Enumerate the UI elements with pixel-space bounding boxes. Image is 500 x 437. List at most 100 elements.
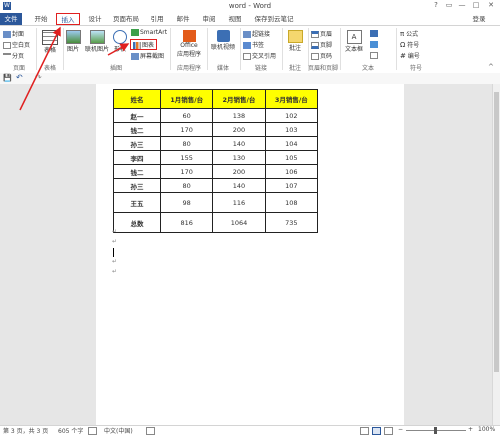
collapse-ribbon-icon[interactable]: ^ bbox=[488, 63, 494, 71]
cell-m3[interactable]: 105 bbox=[264, 150, 319, 165]
textbox-button[interactable]: A 文本框 bbox=[343, 30, 365, 53]
cell-m3[interactable]: 735 bbox=[264, 212, 319, 233]
zoom-slider-thumb[interactable] bbox=[434, 427, 437, 434]
cell-m1[interactable]: 80 bbox=[159, 178, 214, 193]
cell-m2[interactable]: 200 bbox=[212, 122, 266, 137]
cell-m2[interactable]: 130 bbox=[212, 150, 266, 165]
shapes-button[interactable]: 形状 bbox=[112, 30, 128, 53]
cell-m2[interactable]: 116 bbox=[212, 192, 266, 213]
page-number-button[interactable]: 页码 bbox=[311, 51, 332, 60]
cell-m3[interactable]: 107 bbox=[264, 178, 319, 193]
table-row: 钱二 170 200 106 bbox=[113, 164, 319, 179]
blank-page-button[interactable]: 空白页 bbox=[3, 40, 30, 49]
tab-home[interactable]: 开始 bbox=[30, 13, 52, 25]
proofing-icon[interactable] bbox=[88, 427, 97, 435]
web-layout-icon[interactable] bbox=[384, 427, 393, 435]
tab-references[interactable]: 引用 bbox=[146, 13, 168, 25]
tab-page-layout[interactable]: 页面布局 bbox=[110, 13, 142, 25]
header-month3[interactable]: 3月销售/台 bbox=[264, 89, 319, 109]
quick-parts-icon[interactable] bbox=[370, 30, 379, 37]
scrollbar-thumb[interactable] bbox=[494, 92, 499, 372]
header-month1[interactable]: 1月销售/台 bbox=[159, 89, 214, 109]
close-button[interactable]: ✕ bbox=[485, 1, 497, 9]
cell-name[interactable]: 总数 bbox=[113, 212, 161, 233]
language[interactable]: 中文(中国) bbox=[104, 426, 133, 435]
wordart-icon[interactable] bbox=[370, 41, 379, 48]
cell-m1[interactable]: 816 bbox=[159, 212, 214, 233]
header-month2[interactable]: 2月销售/台 bbox=[212, 89, 266, 109]
cell-m2[interactable]: 1064 bbox=[212, 212, 266, 233]
online-video-button[interactable]: 联机视频 bbox=[210, 30, 236, 51]
vertical-scrollbar[interactable] bbox=[492, 84, 500, 425]
cell-name[interactable]: 孙三 bbox=[113, 178, 161, 193]
cell-name[interactable]: 李四 bbox=[113, 150, 161, 165]
cell-m3[interactable]: 106 bbox=[264, 164, 319, 179]
smartart-button[interactable]: SmartArt bbox=[131, 29, 167, 36]
ribbon-display-button[interactable]: ▭ bbox=[443, 1, 455, 9]
cell-name[interactable]: 钱二 bbox=[113, 122, 161, 137]
undo-icon[interactable]: ↶ bbox=[16, 73, 23, 82]
cell-m1[interactable]: 80 bbox=[159, 136, 214, 151]
cell-m1[interactable]: 170 bbox=[159, 122, 214, 137]
tab-insert[interactable]: 插入 bbox=[56, 13, 80, 25]
cell-m2[interactable]: 140 bbox=[212, 136, 266, 151]
sales-table[interactable]: 姓名 1月销售/台 2月销售/台 3月销售/台 赵一 60 138 102 钱二 170… bbox=[113, 89, 319, 233]
tab-view[interactable]: 视图 bbox=[224, 13, 246, 25]
tab-design[interactable]: 设计 bbox=[84, 13, 106, 25]
maximize-button[interactable]: □ bbox=[470, 1, 482, 9]
macro-icon[interactable] bbox=[146, 427, 155, 435]
page-break-button[interactable]: 分页 bbox=[3, 51, 24, 60]
chart-button[interactable]: 图表 bbox=[130, 39, 158, 50]
cell-m2[interactable]: 138 bbox=[212, 108, 266, 123]
screenshot-button[interactable]: 屏幕截图 bbox=[131, 51, 164, 60]
page-count[interactable]: 第 3 页，共 3 页 bbox=[3, 426, 48, 435]
save-icon[interactable]: 💾 bbox=[3, 74, 12, 82]
cell-m1[interactable]: 155 bbox=[159, 150, 214, 165]
header-name[interactable]: 姓名 bbox=[113, 89, 161, 109]
hyperlink-button[interactable]: 超链接 bbox=[243, 29, 270, 38]
tab-mailings[interactable]: 邮件 bbox=[172, 13, 194, 25]
office-apps-button[interactable]: Office 应用程序 bbox=[174, 30, 204, 58]
cell-m3[interactable]: 108 bbox=[264, 192, 319, 213]
account-login[interactable]: 登录 bbox=[468, 13, 490, 25]
minimize-button[interactable]: — bbox=[456, 1, 468, 9]
cell-m2[interactable]: 140 bbox=[212, 178, 266, 193]
cell-m3[interactable]: 102 bbox=[264, 108, 319, 123]
cell-m1[interactable]: 60 bbox=[159, 108, 214, 123]
equation-button[interactable]: π 公式 bbox=[400, 29, 418, 38]
tab-file[interactable]: 文件 bbox=[0, 13, 22, 25]
cell-m3[interactable]: 103 bbox=[264, 122, 319, 137]
cross-reference-button[interactable]: 交叉引用 bbox=[243, 51, 276, 60]
bookmark-button[interactable]: 书签 bbox=[243, 40, 264, 49]
redo-icon[interactable]: ↷ bbox=[35, 73, 42, 82]
tab-save-to-cloud[interactable]: 保存到云笔记 bbox=[250, 13, 298, 25]
cover-page-button[interactable]: 封面 bbox=[3, 29, 24, 38]
cell-name[interactable]: 钱二 bbox=[113, 164, 161, 179]
number-button[interactable]: # 编号 bbox=[400, 51, 420, 60]
read-mode-icon[interactable] bbox=[360, 427, 369, 435]
cell-name[interactable]: 赵一 bbox=[113, 108, 161, 123]
zoom-in-button[interactable]: + bbox=[468, 426, 473, 433]
cell-m1[interactable]: 98 bbox=[159, 192, 214, 213]
online-picture-button[interactable]: 联机图片 bbox=[84, 30, 110, 53]
cell-name[interactable]: 王五 bbox=[113, 192, 161, 213]
picture-button[interactable]: 图片 bbox=[65, 30, 81, 53]
comment-button[interactable]: 批注 bbox=[285, 30, 305, 52]
print-layout-icon[interactable] bbox=[372, 427, 381, 435]
cell-m3[interactable]: 104 bbox=[264, 136, 319, 151]
footer-button[interactable]: 页脚 bbox=[311, 40, 332, 49]
symbol-button[interactable]: Ω 符号 bbox=[400, 40, 419, 49]
cell-name[interactable]: 孙三 bbox=[113, 136, 161, 151]
table-button[interactable]: 表格 bbox=[40, 30, 60, 54]
tab-review[interactable]: 审阅 bbox=[198, 13, 220, 25]
header-button[interactable]: 页眉 bbox=[311, 29, 332, 38]
dropcap-icon[interactable] bbox=[370, 52, 379, 59]
cell-m2[interactable]: 200 bbox=[212, 164, 266, 179]
zoom-out-button[interactable]: − bbox=[398, 426, 403, 433]
group-label-links: 链接 bbox=[254, 65, 267, 72]
chart-icon bbox=[133, 42, 141, 49]
cell-m1[interactable]: 170 bbox=[159, 164, 214, 179]
word-count[interactable]: 605 个字 bbox=[58, 426, 83, 435]
help-button[interactable]: ? bbox=[430, 1, 442, 9]
zoom-level[interactable]: 100% bbox=[478, 426, 495, 433]
